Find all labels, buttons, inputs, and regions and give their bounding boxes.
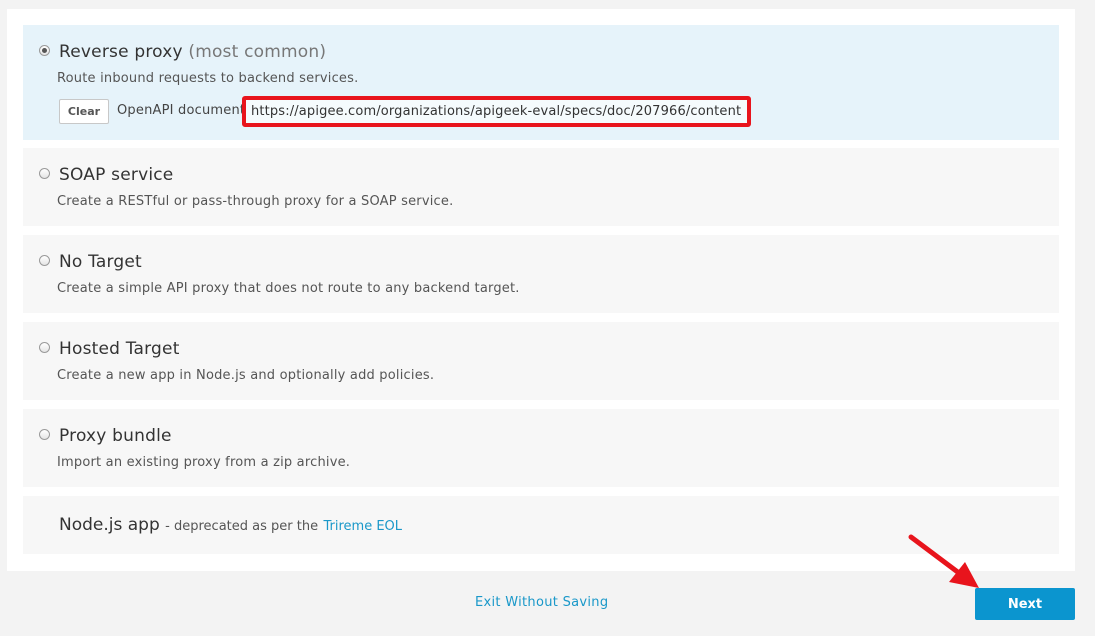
- no-target-radio[interactable]: [39, 255, 50, 266]
- hosted-target-radio[interactable]: [39, 342, 50, 353]
- option-title: SOAP service: [59, 165, 174, 185]
- soap-service-radio[interactable]: [39, 168, 50, 179]
- option-no-target[interactable]: No Target Create a simple API proxy that…: [23, 235, 1059, 313]
- reverse-proxy-radio[interactable]: [39, 45, 50, 56]
- deprecation-note: - deprecated as per the: [165, 519, 319, 534]
- option-description: Route inbound requests to backend servic…: [57, 71, 359, 86]
- nodejs-app-title: Node.js app: [59, 515, 160, 535]
- option-hosted-target[interactable]: Hosted Target Create a new app in Node.j…: [23, 322, 1059, 400]
- openapi-url-field[interactable]: https://apigee.com/organizations/apigeek…: [242, 96, 751, 127]
- option-title-note: (most common): [188, 42, 327, 62]
- exit-without-saving-link[interactable]: Exit Without Saving: [475, 595, 608, 610]
- clear-button[interactable]: Clear: [59, 99, 109, 124]
- option-description: Create a simple API proxy that does not …: [57, 281, 520, 296]
- option-description: Create a RESTful or pass-through proxy f…: [57, 194, 454, 209]
- option-proxy-bundle[interactable]: Proxy bundle Import an existing proxy fr…: [23, 409, 1059, 487]
- trireme-eol-link[interactable]: Trireme EOL: [324, 519, 403, 534]
- red-arrow-icon: [908, 534, 979, 588]
- nodejs-app-row: Node.js app - deprecated as per the Trir…: [59, 515, 402, 535]
- proxy-type-panel: Reverse proxy (most common) Route inboun…: [7, 9, 1075, 571]
- option-title: No Target: [59, 252, 142, 272]
- option-soap-service[interactable]: SOAP service Create a RESTful or pass-th…: [23, 148, 1059, 226]
- next-button[interactable]: Next: [975, 588, 1075, 620]
- option-title: Proxy bundle: [59, 426, 172, 446]
- option-reverse-proxy[interactable]: Reverse proxy (most common) Route inboun…: [23, 25, 1059, 140]
- option-nodejs-app: Node.js app - deprecated as per the Trir…: [23, 496, 1059, 554]
- option-title: Reverse proxy (most common): [59, 42, 327, 62]
- option-title: Hosted Target: [59, 339, 180, 359]
- openapi-document-label: OpenAPI document: [117, 103, 246, 118]
- option-description: Import an existing proxy from a zip arch…: [57, 455, 351, 470]
- option-description: Create a new app in Node.js and optional…: [57, 368, 435, 383]
- proxy-bundle-radio[interactable]: [39, 429, 50, 440]
